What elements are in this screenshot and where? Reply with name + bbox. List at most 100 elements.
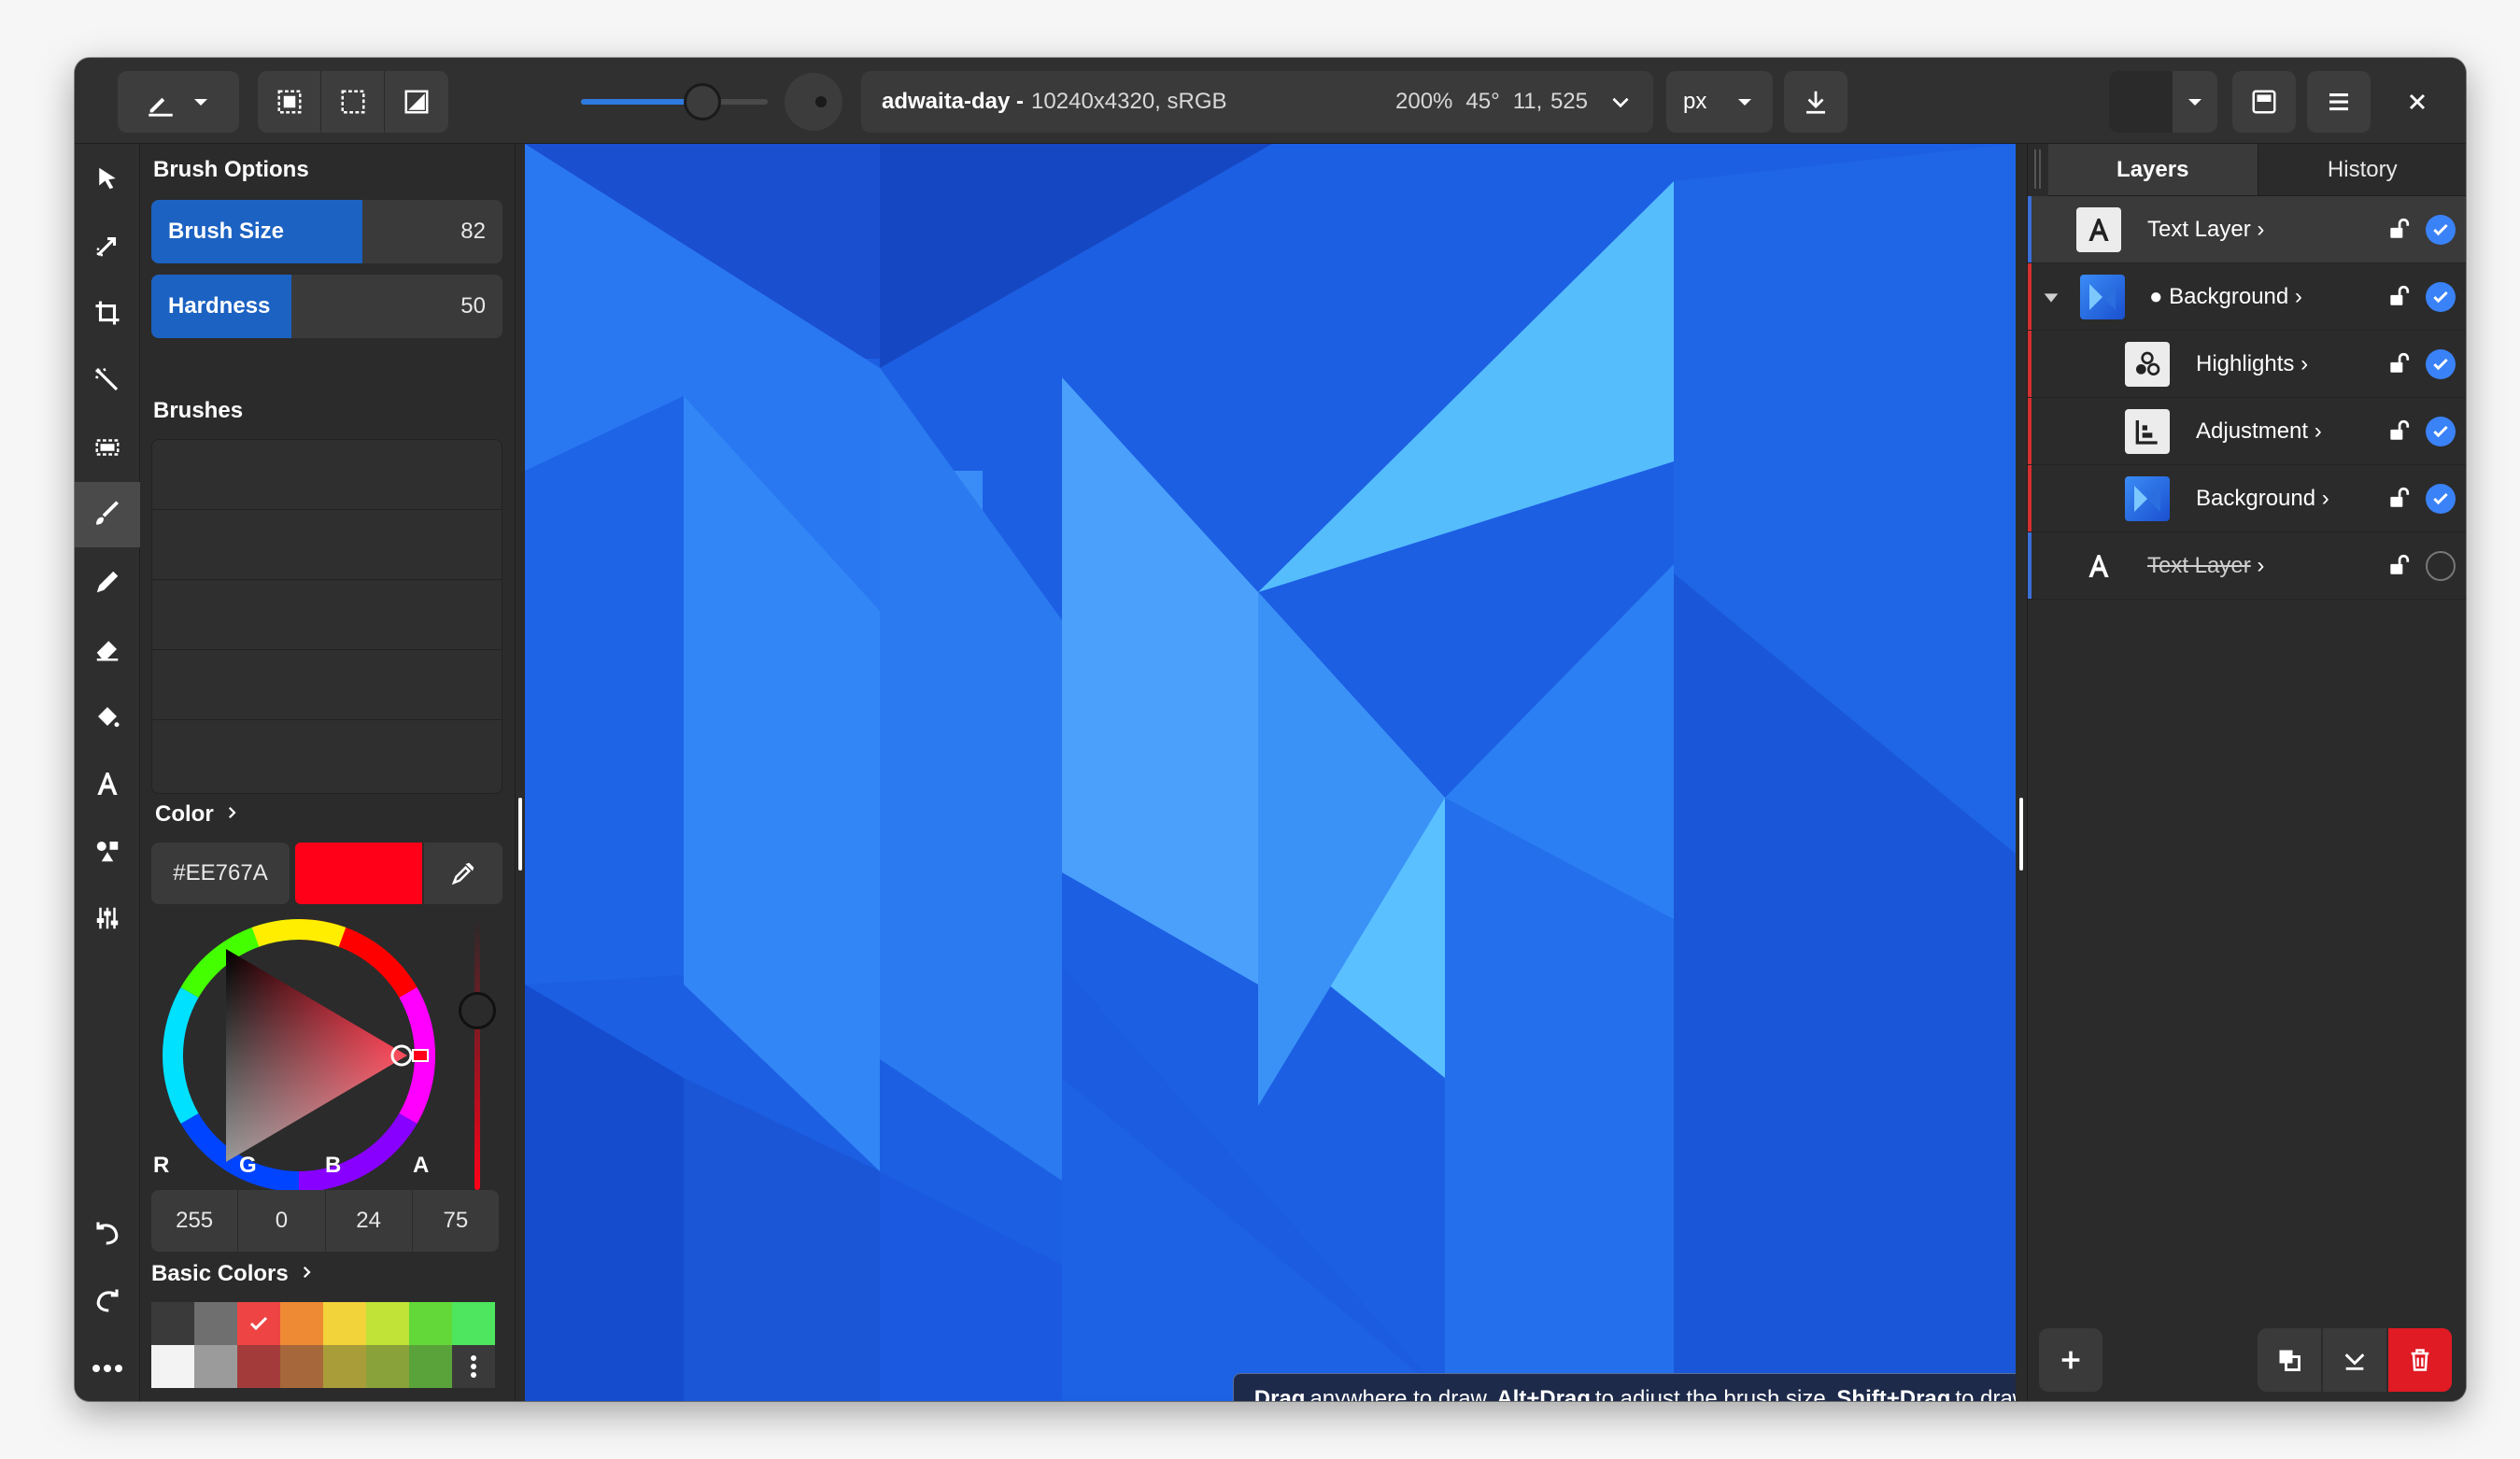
magic-wand-tool[interactable] — [75, 347, 140, 413]
brush-slot[interactable] — [152, 720, 502, 790]
color-mode-dropdown[interactable] — [2109, 71, 2217, 133]
right-pane-resize-handle[interactable] — [2019, 798, 2023, 871]
palette-swatch-selected[interactable] — [237, 1302, 280, 1345]
merge-down-button[interactable] — [2323, 1328, 2386, 1392]
close-button[interactable] — [2389, 71, 2445, 133]
hue-ring-handle[interactable] — [412, 1049, 429, 1062]
hex-color-field[interactable]: #EE767A — [151, 843, 290, 904]
document-info[interactable]: adwaita-day - 10240x4320, sRGB 200% 45° … — [861, 71, 1653, 133]
palette-swatch[interactable] — [280, 1302, 323, 1345]
palette-swatch[interactable] — [237, 1345, 280, 1388]
palette-swatch[interactable] — [194, 1302, 237, 1345]
visibility-toggle[interactable] — [2426, 417, 2456, 446]
layer-row[interactable]: Background › — [2028, 465, 2466, 532]
header-size-slider-knob[interactable] — [684, 83, 721, 120]
brush-tool[interactable] — [75, 482, 140, 547]
current-color-swatch[interactable] — [295, 843, 422, 904]
fill-tool[interactable] — [75, 684, 140, 749]
palette-swatch[interactable] — [452, 1302, 495, 1345]
panel-toggle-button[interactable] — [2232, 71, 2296, 133]
palette-swatch[interactable] — [409, 1345, 452, 1388]
rect-select-tool[interactable] — [75, 415, 140, 480]
unlock-icon[interactable] — [2386, 351, 2411, 375]
add-layer-button[interactable] — [2039, 1328, 2102, 1392]
unlock-icon[interactable] — [2386, 553, 2411, 577]
unit-dropdown[interactable]: px — [1666, 71, 1773, 133]
a-field[interactable]: 75 — [413, 1190, 499, 1252]
export-button[interactable] — [1784, 71, 1848, 133]
unlock-icon[interactable] — [2386, 217, 2411, 241]
visibility-toggle[interactable] — [2426, 551, 2456, 581]
layer-name: ● Background › — [2149, 284, 2302, 309]
b-field[interactable]: 24 — [326, 1190, 413, 1252]
palette-swatch[interactable] — [280, 1345, 323, 1388]
main-menu-button[interactable] — [2307, 71, 2371, 133]
visibility-toggle[interactable] — [2426, 349, 2456, 379]
invert-selection-button[interactable] — [385, 71, 448, 133]
undo-button[interactable] — [75, 1201, 140, 1267]
checkmark-icon — [2433, 223, 2448, 236]
shapes-tool[interactable] — [75, 818, 140, 884]
visibility-toggle[interactable] — [2426, 484, 2456, 514]
basic-colors-title[interactable]: Basic Colors — [151, 1261, 315, 1287]
palette-swatch[interactable] — [151, 1345, 194, 1388]
tool-menu-button[interactable] — [118, 71, 239, 133]
crop-tool[interactable] — [75, 280, 140, 346]
expander-icon[interactable] — [2041, 288, 2061, 308]
palette-swatch[interactable] — [194, 1345, 237, 1388]
color-section-title[interactable]: Color — [155, 801, 240, 828]
layer-row[interactable]: Text Layer › — [2028, 196, 2466, 263]
brush-slot[interactable] — [152, 440, 502, 510]
visibility-toggle[interactable] — [2426, 282, 2456, 312]
select-none-button[interactable] — [321, 71, 385, 133]
adjust-tool[interactable] — [75, 885, 140, 951]
alpha-slider-knob[interactable] — [459, 992, 496, 1029]
g-field[interactable]: 0 — [238, 1190, 326, 1252]
r-field[interactable]: 255 — [151, 1190, 239, 1252]
layer-row[interactable]: Highlights › — [2028, 331, 2466, 398]
eyedropper-icon — [451, 862, 474, 885]
header-size-slider[interactable] — [581, 83, 768, 120]
palette-swatch[interactable] — [409, 1302, 452, 1345]
hardness-slider[interactable]: Hardness 50 — [151, 275, 503, 338]
brush-slot[interactable] — [152, 580, 502, 650]
palette-more-button[interactable] — [452, 1345, 495, 1388]
color-wheel[interactable] — [159, 915, 439, 1196]
redo-button[interactable] — [75, 1268, 140, 1334]
left-pane-resize-handle[interactable] — [518, 798, 522, 871]
eraser-tool[interactable] — [75, 616, 140, 682]
duplicate-layer-button[interactable] — [2258, 1328, 2321, 1392]
palette-swatch[interactable] — [366, 1345, 409, 1388]
drawing-canvas[interactable]: Drag anywhere to draw. Alt+Drag to adjust … — [525, 144, 2016, 1401]
unlock-icon[interactable] — [2386, 284, 2411, 308]
move-tool[interactable] — [75, 213, 140, 278]
delete-layer-button[interactable] — [2388, 1328, 2452, 1392]
panel-grip[interactable] — [2032, 144, 2045, 196]
more-tools-button[interactable] — [75, 1336, 140, 1401]
text-tool[interactable] — [75, 751, 140, 816]
pointer-tool[interactable] — [75, 146, 140, 211]
pencil-tool[interactable] — [75, 549, 140, 615]
palette-swatch[interactable] — [366, 1302, 409, 1345]
eyedropper-button[interactable] — [424, 843, 503, 904]
brush-slot[interactable] — [152, 650, 502, 720]
tab-layers[interactable]: Layers — [2048, 144, 2258, 195]
layer-row[interactable]: ● Background › — [2028, 263, 2466, 331]
panel-toggle-icon — [2252, 90, 2276, 114]
palette-swatch[interactable] — [323, 1345, 366, 1388]
visibility-toggle[interactable] — [2426, 215, 2456, 245]
adjustment-layer-thumb — [2125, 409, 2170, 454]
unlock-icon[interactable] — [2386, 486, 2411, 510]
alpha-slider[interactable] — [459, 919, 496, 1190]
layer-row[interactable]: Text Layer › — [2028, 532, 2466, 600]
checkmark-icon — [2433, 492, 2448, 505]
brush-slot[interactable] — [152, 510, 502, 580]
color-mode-swatch — [2109, 71, 2173, 133]
unlock-icon[interactable] — [2386, 418, 2411, 443]
palette-swatch[interactable] — [323, 1302, 366, 1345]
palette-swatch[interactable] — [151, 1302, 194, 1345]
tab-history[interactable]: History — [2258, 144, 2467, 195]
layer-row[interactable]: Adjustment › — [2028, 398, 2466, 465]
select-all-button[interactable] — [258, 71, 321, 133]
brush-size-slider[interactable]: Brush Size 82 — [151, 200, 503, 263]
